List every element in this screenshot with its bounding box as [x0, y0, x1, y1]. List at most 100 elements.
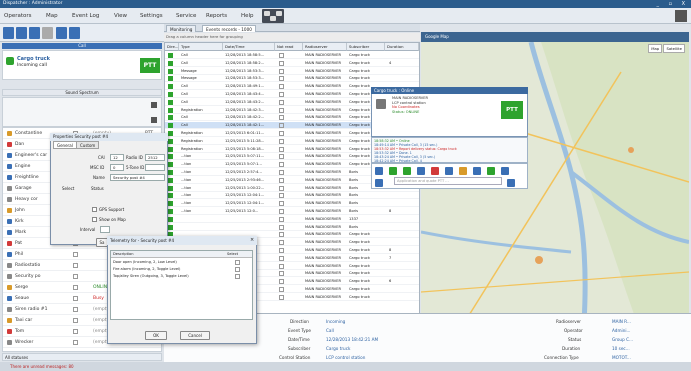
user-checkbox[interactable]: [73, 340, 78, 345]
not-read-checkbox[interactable]: [279, 60, 284, 66]
location-icon[interactable]: [459, 167, 467, 175]
grid-view-icon[interactable]: [675, 10, 687, 22]
speaker-icon[interactable]: [151, 102, 157, 108]
not-read-checkbox[interactable]: [279, 193, 284, 199]
group-call-icon[interactable]: [389, 167, 397, 175]
menu-event-log[interactable]: Event Log: [72, 8, 99, 24]
col-description[interactable]: Description: [111, 251, 225, 258]
select-label[interactable]: Select: [62, 186, 74, 191]
message-input[interactable]: Application and quote PTT ...: [394, 177, 502, 185]
not-read-checkbox[interactable]: [279, 154, 284, 160]
user-checkbox[interactable]: [73, 252, 78, 257]
not-read-checkbox[interactable]: [279, 107, 284, 113]
microphone-icon[interactable]: [151, 117, 157, 123]
gps-checkbox[interactable]: [92, 207, 97, 212]
card-ptt-button[interactable]: PTT: [501, 101, 523, 119]
not-read-checkbox[interactable]: [279, 279, 284, 285]
not-read-checkbox[interactable]: [279, 294, 284, 300]
not-read-checkbox[interactable]: [279, 201, 284, 207]
not-read-checkbox[interactable]: [279, 138, 284, 144]
not-read-checkbox[interactable]: [279, 162, 284, 168]
table-row[interactable]: ...tion 12/25/2013 12:0... MAIN RADIOSERVE…: [165, 208, 419, 215]
col-not-read[interactable]: Not read: [275, 43, 303, 51]
contacts-icon[interactable]: [375, 179, 383, 187]
call-icon[interactable]: [375, 167, 383, 175]
table-row[interactable]: Message 12/28/2013 18:53:3... MAIN RADIOSE…: [165, 68, 419, 75]
not-read-checkbox[interactable]: [279, 146, 284, 152]
users-icon[interactable]: [29, 27, 40, 39]
not-read-checkbox[interactable]: [279, 68, 284, 74]
status-filter[interactable]: All statuses: [2, 353, 162, 361]
message-icon[interactable]: [403, 167, 411, 175]
menu-map[interactable]: Map: [46, 8, 58, 24]
not-read-checkbox[interactable]: [279, 170, 284, 175]
not-read-checkbox[interactable]: [279, 248, 284, 253]
window-controls[interactable]: _ ▫ X: [657, 0, 690, 8]
close-icon[interactable]: ×: [250, 237, 254, 243]
not-read-checkbox[interactable]: [279, 232, 284, 238]
not-read-checkbox[interactable]: [279, 99, 284, 105]
tone-id-field[interactable]: [145, 164, 165, 171]
not-read-checkbox[interactable]: [279, 255, 284, 261]
col-subscriber[interactable]: Subscriber: [347, 43, 385, 51]
telemetry-icon[interactable]: [445, 167, 453, 175]
not-read-checkbox[interactable]: [279, 92, 284, 97]
menu-view[interactable]: View: [114, 8, 127, 24]
telemetry-row[interactable]: Door open (Incoming, 2, Low Level): [111, 259, 252, 266]
not-read-checkbox[interactable]: [279, 185, 284, 191]
tab-general[interactable]: General: [53, 141, 77, 149]
not-read-checkbox[interactable]: [279, 53, 284, 58]
telemetry-checkbox[interactable]: [235, 274, 240, 279]
chart-icon[interactable]: [3, 27, 14, 39]
col-duration[interactable]: Duration: [385, 43, 419, 51]
tab-custom[interactable]: Custom: [76, 141, 100, 149]
map-type-map[interactable]: Map: [648, 44, 663, 53]
not-read-checkbox[interactable]: [279, 216, 284, 222]
tab-monitoring[interactable]: Monitoring: [166, 25, 197, 32]
msc-id-field[interactable]: 0: [110, 164, 124, 171]
group-icon[interactable]: [69, 27, 80, 39]
alert-icon[interactable]: [431, 167, 439, 175]
menu-reports[interactable]: Reports: [206, 8, 227, 24]
telemetry-row[interactable]: Top/alley Siren (Outgoing, 3, Toggle Lev…: [111, 273, 252, 280]
telemetry-checkbox[interactable]: [235, 267, 240, 272]
user-checkbox[interactable]: [73, 274, 78, 279]
not-read-checkbox[interactable]: [279, 263, 284, 269]
user-icon[interactable]: [16, 27, 27, 39]
user-checkbox[interactable]: [73, 285, 78, 290]
cancel-button[interactable]: Cancel: [180, 331, 210, 340]
not-read-checkbox[interactable]: [279, 177, 284, 183]
monitor-icon[interactable]: [487, 167, 495, 175]
not-read-checkbox[interactable]: [279, 115, 284, 121]
show-map-checkbox[interactable]: [92, 217, 97, 222]
filter-icon[interactable]: [56, 27, 67, 39]
ptt-button[interactable]: PTT: [140, 58, 160, 73]
ok-button[interactable]: OK: [145, 331, 167, 340]
user-checkbox[interactable]: [73, 263, 78, 268]
not-read-checkbox[interactable]: [279, 84, 284, 90]
telemetry-checkbox[interactable]: [235, 260, 240, 265]
not-read-checkbox[interactable]: [279, 240, 284, 246]
status-icon[interactable]: [417, 167, 425, 175]
col-select[interactable]: Select: [225, 251, 252, 258]
cai-field[interactable]: 12: [110, 154, 124, 161]
menu-settings[interactable]: Settings: [140, 8, 163, 24]
not-read-checkbox[interactable]: [279, 209, 284, 214]
settings-icon[interactable]: [501, 167, 509, 175]
col-datetime[interactable]: Date/Time: [223, 43, 275, 51]
user-checkbox[interactable]: [73, 329, 78, 334]
not-read-checkbox[interactable]: [279, 123, 284, 129]
table-row[interactable]: MAIN RADIOSERVER 1337: [165, 216, 419, 223]
menu-help[interactable]: Help: [241, 8, 254, 24]
telemetry-row[interactable]: Fire alarm (Incoming, 2, Toggle Level): [111, 266, 252, 273]
table-row[interactable]: MAIN RADIOSERVER Boris: [165, 224, 419, 231]
active-call-card[interactable]: Cargo truck Incoming call: [2, 50, 162, 80]
col-direction[interactable]: Dire...: [165, 43, 179, 51]
sort-icon[interactable]: [42, 27, 53, 39]
unread-alert[interactable]: There are unread messages: 80: [0, 362, 691, 371]
not-read-checkbox[interactable]: [279, 271, 284, 277]
table-row[interactable]: ...tion 12/25/2013 12:04:1... MAIN RADIOSE…: [165, 192, 419, 200]
table-row[interactable]: Call 12/28/2013 18:58:2... MAIN RADIOSERVE…: [165, 60, 419, 67]
user-checkbox[interactable]: [73, 318, 78, 323]
network-icon[interactable]: [262, 9, 284, 23]
